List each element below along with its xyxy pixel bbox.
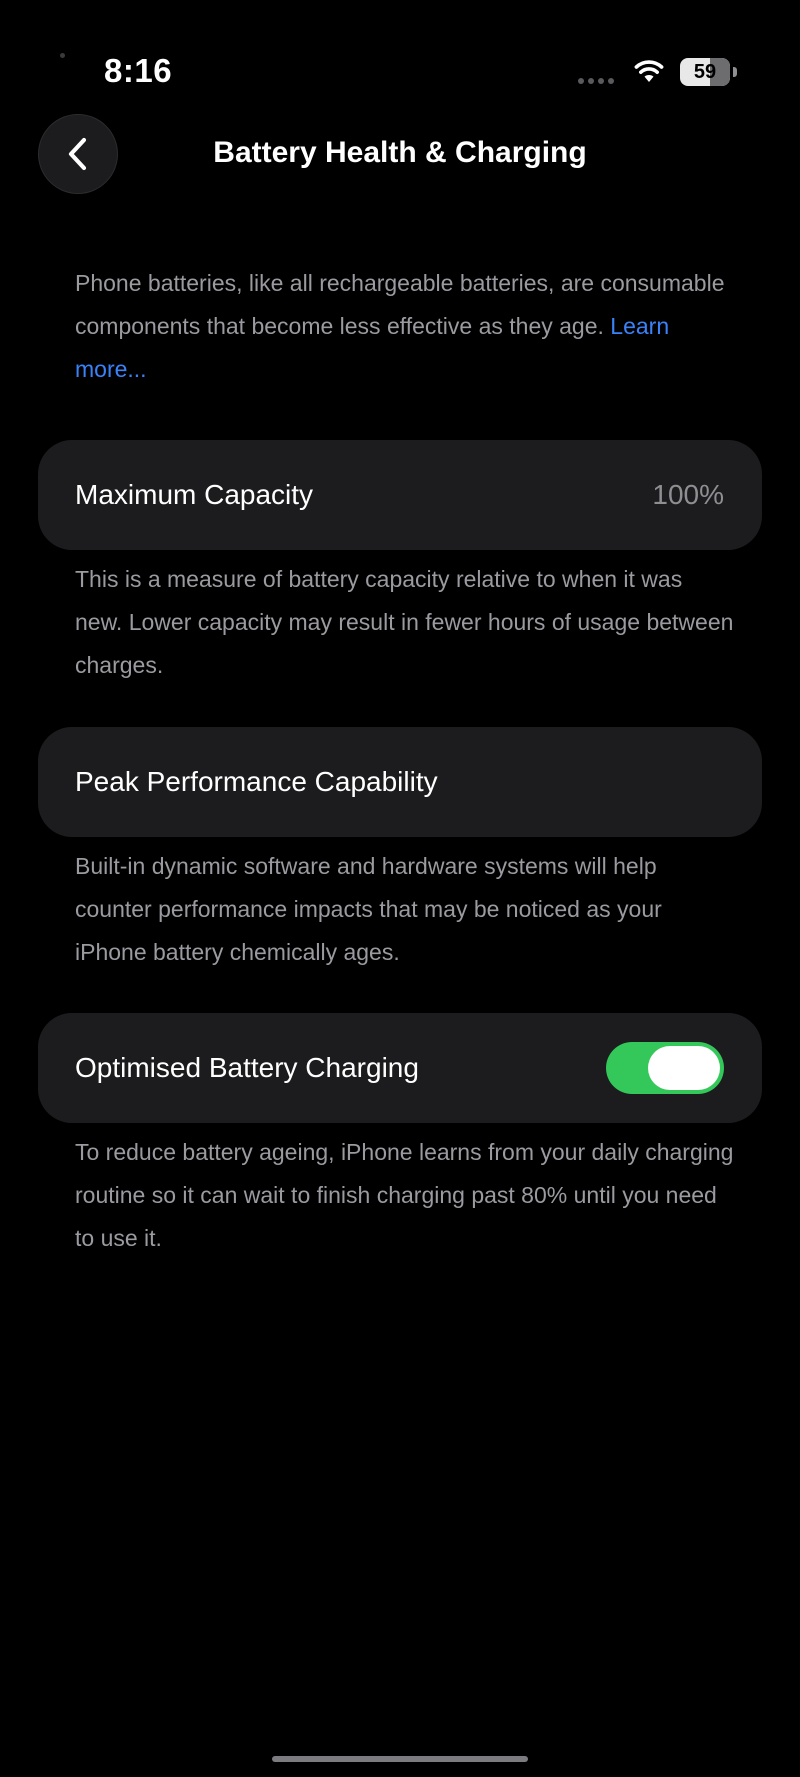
maximum-capacity-label: Maximum Capacity — [75, 479, 314, 510]
chevron-left-icon — [68, 137, 87, 171]
peak-performance-row[interactable]: Peak Performance Capability — [38, 727, 762, 837]
battery-icon: 59 — [680, 58, 738, 86]
toggle-knob — [648, 1046, 720, 1090]
camera-indicator-dot — [60, 53, 65, 58]
battery-health-screen: 8:16 59 Battery Health & Charging Phone … — [0, 0, 800, 1777]
battery-tip — [733, 67, 737, 77]
home-indicator[interactable] — [272, 1756, 528, 1762]
maximum-capacity-row: Maximum Capacity 100% — [38, 440, 762, 550]
maximum-capacity-value: 100% — [652, 479, 724, 510]
signal-dots-icon — [578, 78, 618, 84]
battery-body: 59 — [680, 58, 730, 86]
optimised-charging-description: To reduce battery ageing, iPhone learns … — [75, 1139, 734, 1251]
optimised-charging-toggle[interactable] — [606, 1042, 724, 1094]
battery-level-text: 59 — [693, 60, 717, 83]
back-button[interactable] — [38, 114, 118, 194]
status-time: 8:16 — [104, 52, 173, 89]
optimised-charging-row: Optimised Battery Charging — [38, 1013, 762, 1123]
maximum-capacity-description: This is a measure of battery capacity re… — [75, 566, 734, 678]
peak-performance-label: Peak Performance Capability — [75, 766, 438, 797]
optimised-charging-label: Optimised Battery Charging — [75, 1052, 419, 1083]
peak-performance-description: Built-in dynamic software and hardware s… — [75, 853, 662, 965]
wifi-icon — [634, 58, 664, 84]
status-bar: 8:16 59 — [0, 0, 800, 110]
page-title: Battery Health & Charging — [213, 136, 587, 169]
intro-text: Phone batteries, like all rechargeable b… — [75, 262, 735, 391]
